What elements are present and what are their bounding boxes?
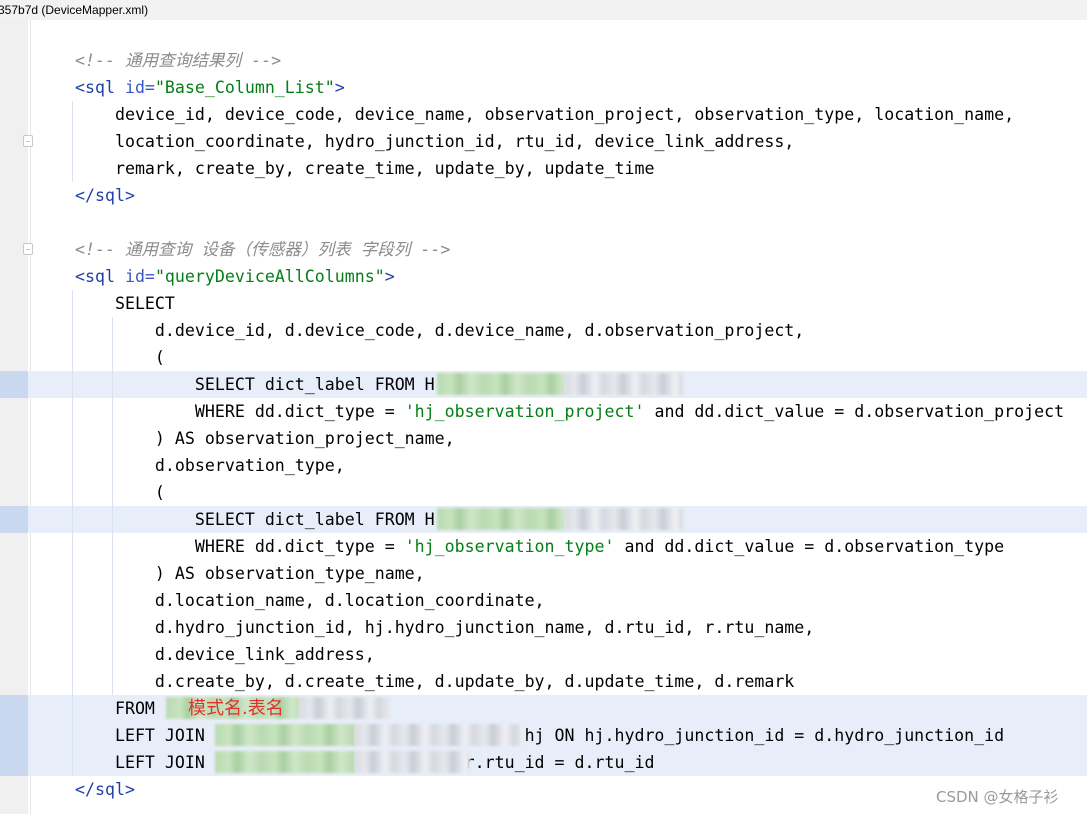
code-token: d.create_by, d.create_time, d.update_by,… — [75, 672, 795, 691]
code-token: 'hj_observation_type' — [404, 537, 615, 556]
code-token: <!-- 通用查询 设备（传感器）列表 字段列 --> — [75, 240, 451, 259]
code-token: <sql — [75, 267, 125, 286]
code-token: ) AS observation_project_name, — [75, 429, 455, 448]
redacted-region — [355, 724, 520, 746]
code-token: id= — [124, 78, 155, 97]
redacted-region — [300, 697, 390, 719]
code-line[interactable]: device_id, device_code, device_name, obs… — [75, 101, 1064, 128]
code-token: d.hydro_junction_id, hj.hydro_junction_n… — [75, 618, 815, 637]
code-line[interactable]: WHERE dd.dict_type = 'hj_observation_typ… — [75, 533, 1064, 560]
highlighted-gutter — [0, 695, 28, 776]
code-editor[interactable]: <!-- 通用查询结果列 --> <sql id="Base_Column_Lis… — [75, 47, 1064, 803]
code-token: id= — [124, 267, 155, 286]
code-line[interactable]: ) AS observation_type_name, — [75, 560, 1064, 587]
code-line[interactable]: remark, create_by, create_time, update_b… — [75, 155, 1064, 182]
redacted-region — [355, 751, 470, 773]
code-token: ) AS observation_type_name, — [75, 564, 425, 583]
code-token: location_coordinate, hydro_junction_id, … — [75, 132, 795, 151]
code-line[interactable]: SELECT — [75, 290, 1064, 317]
code-token: "queryDeviceAllColumns" — [154, 267, 385, 286]
fold-marker-icon[interactable] — [23, 135, 33, 147]
code-line[interactable]: d.observation_type, — [75, 452, 1064, 479]
code-token: <!-- 通用查询结果列 --> — [75, 51, 282, 70]
indent-guide — [72, 290, 73, 776]
code-line[interactable]: d.device_link_address, — [75, 641, 1064, 668]
code-token: <sql — [75, 78, 125, 97]
code-token: </sql> — [75, 780, 135, 799]
highlighted-gutter — [0, 506, 28, 533]
redacted-region — [565, 373, 683, 395]
redacted-region — [437, 508, 565, 530]
redacted-region — [437, 373, 565, 395]
code-token: WHERE dd.dict_type = — [75, 402, 405, 421]
code-line[interactable]: d.hydro_junction_id, hj.hydro_junction_n… — [75, 614, 1064, 641]
code-token: d.observation_type, — [75, 456, 345, 475]
code-token: d.device_id, d.device_code, d.device_nam… — [75, 321, 805, 340]
code-line[interactable]: d.device_id, d.device_code, d.device_nam… — [75, 317, 1064, 344]
code-line[interactable]: ) AS observation_project_name, — [75, 425, 1064, 452]
code-token: remark, create_by, create_time, update_b… — [75, 159, 655, 178]
code-token: WHERE dd.dict_type = — [75, 537, 405, 556]
code-token: </sql> — [75, 186, 135, 205]
redacted-region — [215, 724, 355, 746]
indent-guide — [72, 101, 73, 182]
code-token: device_id, device_code, device_name, obs… — [75, 105, 1015, 124]
code-token: SELECT — [75, 294, 175, 313]
fold-marker-icon[interactable] — [23, 243, 33, 255]
redacted-region — [565, 508, 683, 530]
redacted-region — [215, 751, 355, 773]
window-title-bar: 357b7d (DeviceMapper.xml) — [0, 0, 1087, 20]
code-line[interactable]: <sql id="queryDeviceAllColumns"> — [75, 263, 1064, 290]
code-token: > — [334, 78, 345, 97]
code-line[interactable]: <!-- 通用查询结果列 --> — [75, 47, 1064, 74]
code-line[interactable]: d.location_name, d.location_coordinate, — [75, 587, 1064, 614]
code-token: ( — [75, 483, 165, 502]
code-line[interactable]: </sql> — [75, 776, 1064, 803]
code-line[interactable]: ( — [75, 344, 1064, 371]
code-line[interactable]: location_coordinate, hydro_junction_id, … — [75, 128, 1064, 155]
annotation-label: 模式名.表名 — [188, 698, 284, 719]
code-token: and dd.dict_value = d.observation_projec… — [644, 402, 1065, 421]
code-token: 'hj_observation_project' — [404, 402, 645, 421]
watermark: CSDN @女格子衫 — [936, 788, 1059, 806]
code-line[interactable] — [75, 209, 1064, 236]
code-token: d.location_name, d.location_coordinate, — [75, 591, 545, 610]
code-line[interactable]: d.create_by, d.create_time, d.update_by,… — [75, 668, 1064, 695]
code-line[interactable]: </sql> — [75, 182, 1064, 209]
code-token: > — [384, 267, 395, 286]
code-line[interactable]: <!-- 通用查询 设备（传感器）列表 字段列 --> — [75, 236, 1064, 263]
code-line[interactable]: <sql id="Base_Column_List"> — [75, 74, 1064, 101]
code-token: and dd.dict_value = d.observation_type — [614, 537, 1005, 556]
code-line[interactable]: ( — [75, 479, 1064, 506]
code-token: ( — [75, 348, 165, 367]
code-line[interactable]: WHERE dd.dict_type = 'hj_observation_pro… — [75, 398, 1064, 425]
window-title: 357b7d (DeviceMapper.xml) — [0, 3, 149, 17]
code-token: "Base_Column_List" — [154, 78, 335, 97]
code-token: d.device_link_address, — [75, 645, 375, 664]
highlighted-gutter — [0, 371, 28, 398]
